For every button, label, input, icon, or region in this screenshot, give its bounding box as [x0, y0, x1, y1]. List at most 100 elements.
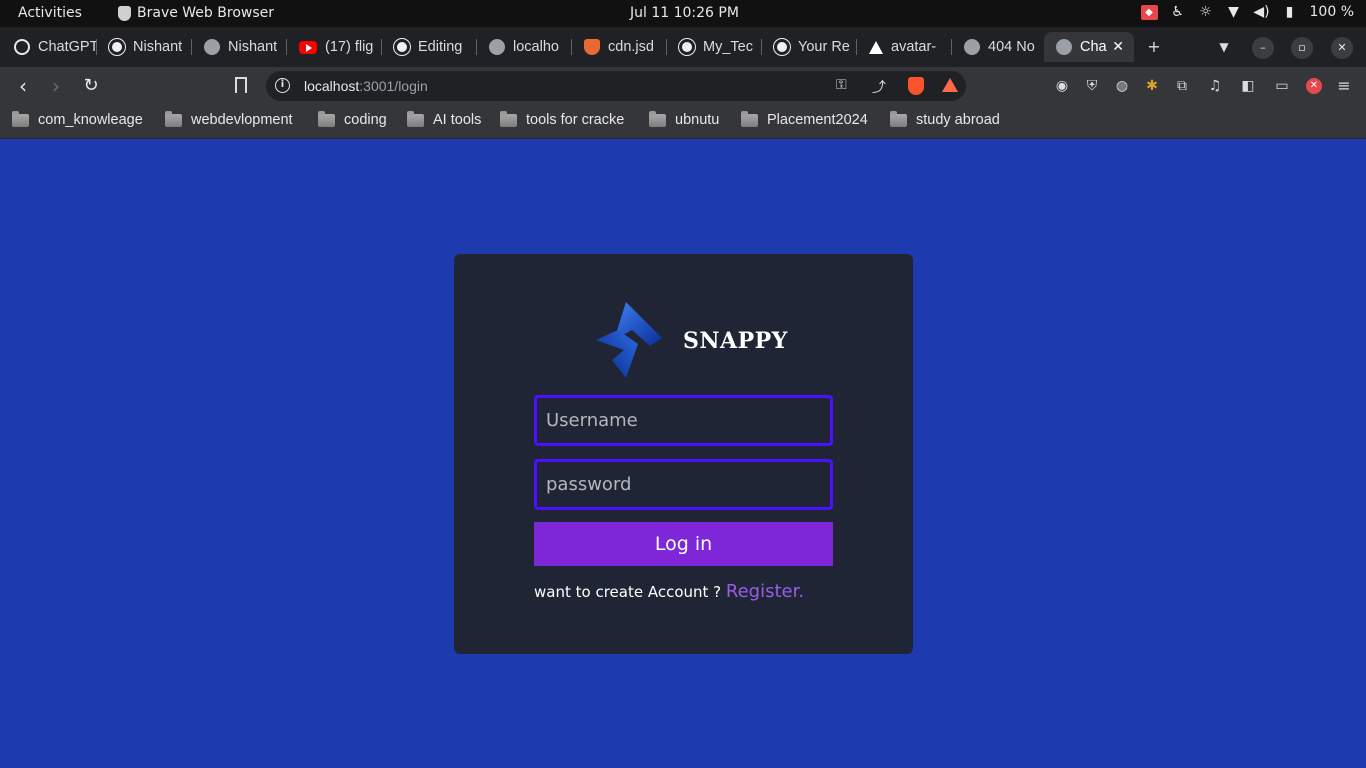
system-tray[interactable]: ◆ ♿ ☼ ▼ ◀) ▮ 100 %: [1140, 4, 1354, 20]
tab-nishant-site[interactable]: Nishant: [192, 32, 287, 62]
reload-icon[interactable]: ↻: [80, 75, 102, 97]
activities-button[interactable]: Activities: [18, 5, 82, 21]
folder-icon: [890, 110, 907, 127]
register-link[interactable]: Register.: [726, 581, 804, 602]
navigation-bar: ‹ › ↻ i localhost:3001/login ⚿ ⤴ ◉ ⛨ ◍ ✱…: [0, 67, 1366, 105]
folder-icon: [165, 110, 182, 127]
maximize-icon[interactable]: ▫: [1291, 37, 1313, 59]
bookmark-folder-webdevlopment[interactable]: webdevlopment: [165, 110, 293, 128]
tab-search-chevron-icon[interactable]: ▼: [1212, 35, 1236, 59]
globe-icon: [489, 39, 505, 55]
tab-editing[interactable]: Editing: [382, 32, 477, 62]
brand-name: SNAPPY: [683, 328, 788, 354]
tab-title: cdn.jsd: [608, 39, 654, 55]
screen-share-indicator-icon[interactable]: ◆: [1140, 4, 1158, 20]
tab-title: (17) flig: [325, 39, 374, 55]
close-tab-icon[interactable]: ✕: [1112, 38, 1124, 55]
folder-icon: [12, 110, 29, 127]
bookmark-folder-com-knowleage[interactable]: com_knowleage: [12, 110, 143, 128]
bookmark-label: coding: [344, 112, 387, 128]
snappy-logo-icon: [596, 302, 662, 378]
tab-title: My_Tec: [703, 39, 753, 55]
globe-icon: [1056, 39, 1072, 55]
bookmark-folder-ai-tools[interactable]: AI tools: [407, 110, 482, 128]
bookmark-label: com_knowleage: [38, 112, 143, 128]
triangle-icon: [869, 40, 883, 54]
brand-logo: [592, 300, 668, 380]
tab-404[interactable]: 404 No: [952, 32, 1044, 62]
tab-title: Nishant: [133, 39, 183, 55]
tab-avatar[interactable]: avatar-: [857, 32, 952, 62]
tab-your-repo[interactable]: Your Re: [762, 32, 857, 62]
tab-title: localho: [513, 39, 559, 55]
media-music-icon[interactable]: ♫: [1207, 78, 1223, 94]
bookmark-folder-placement2024[interactable]: Placement2024: [741, 110, 868, 128]
address-bar[interactable]: i localhost:3001/login ⚿ ⤴: [266, 71, 966, 101]
brave-shields-icon[interactable]: [908, 77, 924, 95]
tab-title: Cha: [1080, 39, 1107, 55]
github-icon: [774, 39, 790, 55]
extensions-puzzle-icon[interactable]: ⧉: [1174, 78, 1190, 94]
wallet-icon[interactable]: ▭: [1274, 78, 1290, 94]
tab-strip: ChatGPT Nishant Nishant (17) flig Editin…: [0, 27, 1366, 67]
folder-icon: [500, 110, 517, 127]
wifi-icon[interactable]: ▼: [1226, 4, 1242, 20]
sidebar-toggle-icon[interactable]: ◧: [1240, 78, 1256, 94]
tab-title: Nishant: [228, 39, 278, 55]
github-icon: [679, 39, 695, 55]
bookmark-icon[interactable]: [235, 77, 247, 93]
bookmark-label: study abroad: [916, 112, 1000, 128]
login-button[interactable]: Log in: [534, 522, 833, 566]
register-prompt-text: want to create Account ?: [534, 583, 726, 601]
brightness-icon[interactable]: ☼: [1198, 4, 1214, 20]
bookmark-label: ubnutu: [675, 112, 720, 128]
username-input[interactable]: [534, 395, 833, 446]
key-icon[interactable]: ⚿: [836, 77, 847, 93]
tab-chat-active[interactable]: Cha ✕: [1044, 32, 1134, 62]
back-icon[interactable]: ‹: [12, 75, 34, 97]
bookmark-folder-coding[interactable]: coding: [318, 110, 387, 128]
new-tab-icon[interactable]: +: [1142, 35, 1166, 59]
clock[interactable]: Jul 11 10:26 PM: [630, 5, 739, 21]
close-window-icon[interactable]: ✕: [1331, 37, 1353, 59]
bookmark-folder-tools-for-cracke[interactable]: tools for cracke: [500, 110, 625, 128]
bookmark-folder-ubnutu[interactable]: ubnutu: [649, 110, 720, 128]
shield-icon: [584, 39, 600, 55]
share-icon[interactable]: ⤴: [872, 77, 886, 97]
bookmark-folder-study-abroad[interactable]: study abroad: [890, 110, 1000, 128]
brave-app-icon: [118, 5, 131, 21]
app-menu[interactable]: Brave Web Browser: [118, 5, 274, 21]
bookmark-label: Placement2024: [767, 112, 868, 128]
password-input[interactable]: [534, 459, 833, 510]
mouse-extension-icon[interactable]: ◍: [1114, 78, 1130, 94]
profile-avatar-icon[interactable]: ✕: [1306, 78, 1322, 94]
url-text[interactable]: localhost:3001/login: [304, 78, 428, 94]
minimize-icon[interactable]: –: [1252, 37, 1274, 59]
tab-my-tech[interactable]: My_Tec: [667, 32, 762, 62]
url-host: localhost: [304, 78, 360, 94]
bug-extension-icon[interactable]: ✱: [1144, 78, 1160, 94]
tab-chatgpt[interactable]: ChatGPT: [2, 32, 97, 62]
tab-cdn[interactable]: cdn.jsd: [572, 32, 667, 62]
menu-hamburger-icon[interactable]: ≡: [1336, 78, 1352, 94]
shield-extension-icon[interactable]: ⛨: [1084, 78, 1100, 94]
register-prompt: want to create Account ? Register.: [534, 581, 804, 602]
tab-youtube[interactable]: (17) flig: [287, 32, 382, 62]
battery-icon[interactable]: ▮: [1282, 4, 1298, 20]
site-info-icon[interactable]: i: [275, 78, 290, 93]
tab-title: 404 No: [988, 39, 1035, 55]
tab-nishant-github[interactable]: Nishant: [97, 32, 192, 62]
brave-rewards-icon[interactable]: [942, 78, 958, 92]
accessibility-icon[interactable]: ♿: [1170, 4, 1186, 20]
tab-localhost[interactable]: localho: [477, 32, 572, 62]
bookmark-label: AI tools: [433, 112, 482, 128]
system-top-bar: Activities Brave Web Browser Jul 11 10:2…: [0, 0, 1366, 27]
owl-extension-icon[interactable]: ◉: [1054, 78, 1070, 94]
tab-title: Editing: [418, 39, 463, 55]
globe-icon: [204, 39, 220, 55]
forward-icon[interactable]: ›: [45, 75, 67, 97]
folder-icon: [407, 110, 424, 127]
volume-icon[interactable]: ◀): [1253, 4, 1269, 20]
bookmark-label: tools for cracke: [526, 112, 625, 128]
tab-title: avatar-: [891, 39, 937, 55]
